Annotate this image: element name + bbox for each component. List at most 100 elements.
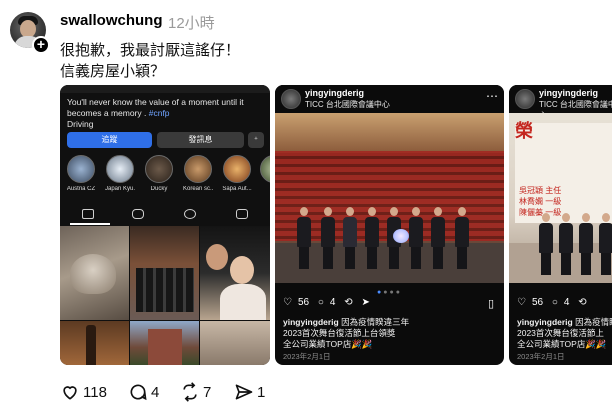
highlight-item[interactable]: Austria CZ bbox=[66, 155, 96, 192]
bio-hashtag[interactable]: #cnfp bbox=[149, 108, 170, 118]
post-date: 2023年2月1日 bbox=[283, 352, 331, 361]
caption-text-1: 因為疫情睽 bbox=[575, 317, 612, 327]
award-name-1: 吳冠穎 主任 bbox=[519, 186, 562, 195]
grid-photo-group[interactable] bbox=[130, 226, 199, 320]
carousel-dots: ●●●● bbox=[377, 289, 402, 296]
heart-icon bbox=[63, 386, 77, 400]
person bbox=[321, 207, 335, 269]
repost-icon[interactable]: ⟲ bbox=[344, 297, 352, 308]
add-person-icon[interactable]: ⁺ bbox=[248, 132, 264, 148]
bio-line1: You'll never know the value of a moment … bbox=[67, 97, 244, 107]
grid-icon[interactable] bbox=[82, 209, 94, 219]
profile-message-button[interactable]: 發訊息 bbox=[157, 132, 244, 148]
highlight-label: Sapa Aut... bbox=[222, 186, 252, 192]
heart-icon[interactable]: ♡ bbox=[283, 297, 292, 308]
repost-button[interactable]: 7 bbox=[180, 382, 211, 402]
comment-button[interactable]: 4 bbox=[128, 382, 159, 402]
highlight-label: Ducky bbox=[150, 186, 168, 192]
share-count: 1 bbox=[257, 383, 266, 401]
repost-count: 7 bbox=[203, 383, 212, 401]
like-count: 118 bbox=[83, 383, 107, 401]
post-avatar[interactable] bbox=[281, 89, 301, 109]
person bbox=[431, 207, 445, 269]
bottle-shape bbox=[86, 325, 96, 365]
post-header: yingyingderig TICC 台北國際會議中心 ⋯ bbox=[275, 85, 504, 113]
person bbox=[455, 207, 469, 269]
post-text-line1: 很抱歉，我最討厭這謠仔！ bbox=[60, 42, 241, 59]
highlight-item[interactable]: Japan Kyu... bbox=[105, 155, 135, 192]
grid-photo-beer[interactable] bbox=[60, 321, 129, 365]
caption-author[interactable]: yingyingderig bbox=[283, 317, 339, 327]
comment-icon bbox=[130, 384, 147, 401]
person bbox=[539, 213, 553, 275]
caption-text-2: 2023首次舞台復活節上 bbox=[517, 328, 604, 338]
heart-icon[interactable]: ♡ bbox=[517, 297, 526, 308]
grid-photo-building[interactable] bbox=[130, 321, 199, 365]
person bbox=[559, 213, 573, 275]
post-time: 12小時 bbox=[168, 15, 215, 32]
cat-shape bbox=[70, 254, 116, 294]
highlight-ring bbox=[67, 155, 95, 183]
post-date: 2023年2月1日 bbox=[517, 352, 565, 361]
repost-icon[interactable] bbox=[184, 209, 196, 219]
highlight-item[interactable]: Sapa Aut... bbox=[222, 155, 252, 192]
selfie-dress bbox=[220, 284, 266, 320]
post-caption: yingyingderig 因為疫情睽 2023首次舞台復活節上 全公司業績TO… bbox=[517, 317, 612, 350]
highlight-label: Japan Kyu... bbox=[105, 186, 135, 192]
post-text-line2: 信義房屋小穎？ bbox=[60, 63, 166, 80]
comment-count: 4 bbox=[329, 297, 336, 308]
post-username[interactable]: swallowchung bbox=[60, 12, 163, 29]
post-photo[interactable]: 榮 吳冠穎 主任 林喬嫻 一級 陳儷蓁 一級 bbox=[509, 113, 612, 283]
grid-photo-portrait[interactable] bbox=[200, 321, 270, 365]
more-icon[interactable]: ⋯ bbox=[486, 89, 498, 103]
comment-count: 4 bbox=[151, 383, 160, 401]
bio-line2: becomes a memory . bbox=[67, 108, 149, 118]
comment-icon[interactable]: ○ bbox=[552, 297, 558, 308]
post-author[interactable]: yingyingderig bbox=[305, 88, 364, 98]
post-author[interactable]: yingyingderig bbox=[539, 88, 598, 98]
caption-text-2: 2023首次舞台復活節上台領獎 bbox=[283, 328, 396, 338]
highlight-item[interactable]: Po bbox=[259, 155, 270, 192]
like-button[interactable]: 118 bbox=[60, 382, 107, 402]
highlight-ring bbox=[260, 155, 270, 183]
post-photo[interactable] bbox=[275, 113, 504, 283]
bio-line3: Driving bbox=[67, 119, 94, 129]
bio-line2-wrap: becomes a memory . #cnfp bbox=[67, 108, 265, 119]
like-count: 56 bbox=[297, 297, 310, 308]
selfie-face-1 bbox=[206, 244, 228, 270]
media-card-profile[interactable]: You'll never know the value of a moment … bbox=[60, 85, 270, 365]
caption-author[interactable]: yingyingderig bbox=[517, 317, 573, 327]
person bbox=[343, 207, 357, 269]
like-count: 56 bbox=[531, 297, 544, 308]
grid-photo-selfie[interactable] bbox=[200, 226, 270, 320]
send-icon[interactable]: ➤ bbox=[361, 297, 369, 308]
person bbox=[579, 213, 593, 275]
highlight-ring bbox=[223, 155, 251, 183]
award-sign-text: 榮 bbox=[515, 121, 533, 141]
award-name-2: 林喬嫻 一級 bbox=[519, 197, 562, 206]
profile-follow-button[interactable]: 追蹤 bbox=[67, 132, 152, 148]
post-location[interactable]: TICC 台北國際會議中心 bbox=[305, 99, 390, 110]
post-caption: yingyingderig 因為疫情睽違三年 2023首次舞台復活節上台領獎 全… bbox=[283, 317, 498, 350]
reels-icon[interactable] bbox=[132, 209, 144, 219]
person bbox=[365, 207, 379, 269]
media-card-post[interactable]: yingyingderig TICC 台北國際會議中心 榮 吳冠穎 主任 林喬嫻… bbox=[509, 85, 612, 365]
post-avatar[interactable] bbox=[515, 89, 535, 109]
active-tab-indicator bbox=[70, 223, 110, 225]
bookmark-icon[interactable]: ▯ bbox=[488, 297, 494, 310]
highlight-item[interactable]: Ducky bbox=[144, 155, 174, 192]
share-button[interactable]: 1 bbox=[234, 382, 265, 402]
follow-plus-icon[interactable]: + bbox=[32, 36, 50, 54]
tagged-icon[interactable] bbox=[236, 209, 248, 219]
media-card-post[interactable]: yingyingderig TICC 台北國際會議中心 ⋯ ●●●● ♡ 56 ○… bbox=[275, 85, 504, 365]
repost-icon[interactable]: ⟲ bbox=[578, 297, 586, 308]
send-icon bbox=[235, 384, 253, 400]
repost-icon bbox=[183, 382, 197, 402]
comment-icon[interactable]: ○ bbox=[318, 297, 324, 308]
grid-photo-cat[interactable] bbox=[60, 226, 129, 320]
comment-count: 4 bbox=[563, 297, 570, 308]
profile-bio: You'll never know the value of a moment … bbox=[67, 97, 265, 130]
profile-tab-bar bbox=[60, 207, 270, 223]
post-actions: ♡ 56 ○ 4 ⟲ bbox=[517, 297, 612, 313]
highlight-item[interactable]: Korean sc... bbox=[183, 155, 213, 192]
